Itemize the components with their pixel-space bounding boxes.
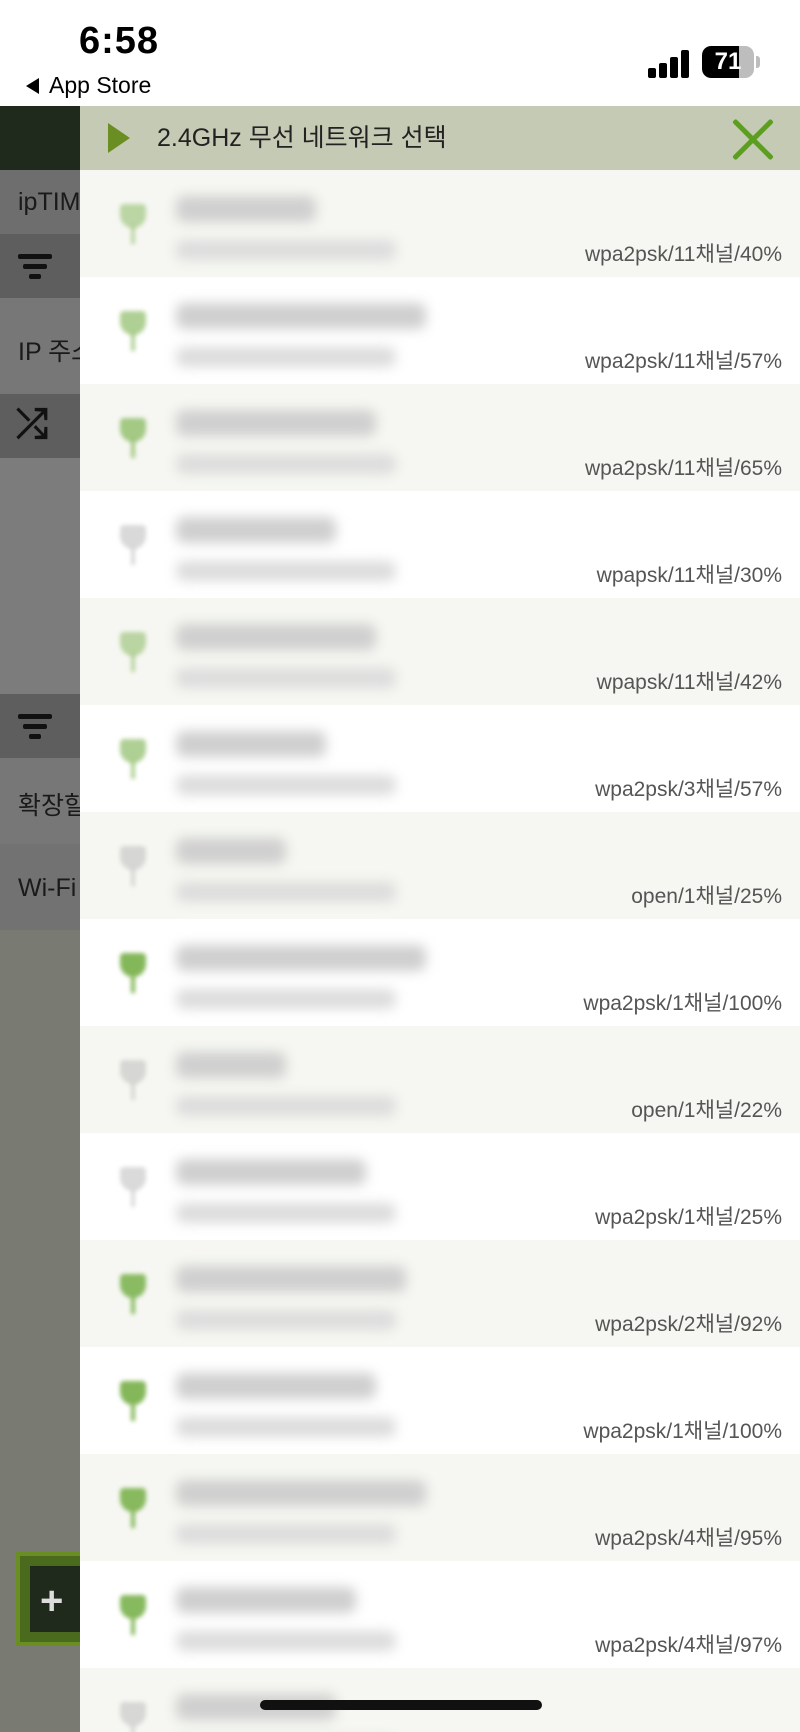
- network-info: wpa2psk/4채널/95%: [595, 1527, 782, 1550]
- status-time: 6:58: [79, 20, 160, 62]
- network-ssid-redacted: [176, 196, 316, 222]
- back-to-app-store-link[interactable]: App Store: [26, 72, 151, 99]
- network-mac-redacted: [176, 668, 396, 688]
- network-mac-redacted: [176, 347, 396, 367]
- network-list-item[interactable]: wpa2psk/1채널/100%: [80, 919, 800, 1026]
- network-info: wpa2psk/11채널/40%: [584, 243, 782, 266]
- wifi-signal-icon: [120, 1274, 146, 1314]
- network-list-item[interactable]: wpa2psk/1채널/25%: [80, 1133, 800, 1240]
- battery-icon: 71: [702, 46, 754, 78]
- network-mac-redacted: [176, 1310, 396, 1330]
- network-mac-redacted: [176, 1631, 396, 1651]
- wifi-signal-icon: [120, 1167, 146, 1207]
- network-ssid-redacted: [176, 1480, 426, 1506]
- network-info: wpa2psk/1채널/100%: [583, 1420, 782, 1443]
- network-ssid-redacted: [176, 517, 336, 543]
- dialog-title: 2.4GHz 무선 네트워크 선택: [157, 124, 447, 152]
- network-mac-redacted: [176, 454, 396, 474]
- network-list-item[interactable]: wpa2psk/11채널/65%: [80, 384, 800, 491]
- network-info: wpapsk/11채널/42%: [596, 671, 782, 694]
- network-ssid-redacted: [176, 945, 426, 971]
- home-indicator: [260, 1700, 542, 1710]
- wifi-signal-icon: [120, 739, 146, 779]
- wifi-signal-icon: [120, 846, 146, 886]
- network-info: open/1채널/25%: [631, 885, 782, 908]
- network-list-item[interactable]: wpa2psk/11채널/57%: [80, 277, 800, 384]
- network-ssid-redacted: [176, 410, 376, 436]
- network-mac-redacted: [176, 1524, 396, 1544]
- battery-level: 71: [714, 48, 742, 75]
- network-list-item[interactable]: wpapsk/11채널/42%: [80, 598, 800, 705]
- network-info: wpa2psk/3채널/57%: [595, 778, 782, 801]
- add-network-button[interactable]: +: [16, 1552, 88, 1646]
- network-ssid-redacted: [176, 624, 376, 650]
- network-ssid-redacted: [176, 303, 426, 329]
- network-ssid-redacted: [176, 1052, 286, 1078]
- network-mac-redacted: [176, 775, 396, 795]
- wifi-signal-icon: [120, 525, 146, 565]
- network-info: open/1채널/22%: [631, 1099, 782, 1122]
- network-mac-redacted: [176, 1417, 396, 1437]
- wifi-signal-icon: [120, 953, 146, 993]
- network-list-item[interactable]: wpa2psk/4채널/95%: [80, 1454, 800, 1561]
- network-mac-redacted: [176, 882, 396, 902]
- network-list-item[interactable]: wpa2psk/1채널/100%: [80, 1347, 800, 1454]
- network-mac-redacted: [176, 989, 396, 1009]
- wifi-signal-icon: [120, 1488, 146, 1528]
- network-ssid-redacted: [176, 1373, 376, 1399]
- back-arrow-icon: [26, 77, 39, 94]
- back-link-label: App Store: [49, 72, 152, 98]
- network-info: wpa2psk/11채널/65%: [584, 457, 782, 480]
- dialog-header: 2.4GHz 무선 네트워크 선택: [80, 106, 800, 170]
- wifi-signal-icon: [120, 632, 146, 672]
- network-mac-redacted: [176, 561, 396, 581]
- wifi-signal-icon: [120, 311, 146, 351]
- status-bar: 6:58 App Store 71: [0, 0, 800, 106]
- cellular-signal-icon: [648, 50, 690, 78]
- wireless-network-select-dialog: 2.4GHz 무선 네트워크 선택 wpa2psk/11채널/40% wpa2ps…: [80, 106, 800, 1732]
- network-mac-redacted: [176, 1096, 396, 1116]
- shuffle-icon: ⤮: [16, 402, 48, 446]
- network-list-item[interactable]: wpa2psk/2채널/92%: [80, 1240, 800, 1347]
- network-info: wpa2psk/2채널/92%: [595, 1313, 782, 1336]
- network-info: wpa2psk/4채널/97%: [595, 1634, 782, 1657]
- wifi-signal-icon: [120, 418, 146, 458]
- wifi-signal-icon: [120, 1381, 146, 1421]
- network-ssid-redacted: [176, 1587, 356, 1613]
- network-list-item[interactable]: open/1채널/25%: [80, 812, 800, 919]
- network-list-item[interactable]: open/1채널/22%: [80, 1026, 800, 1133]
- network-list-item[interactable]: wpapsk/11채널/30%: [80, 491, 800, 598]
- network-info: wpa2psk/1채널/25%: [595, 1206, 782, 1229]
- extend-label: 확장할: [18, 792, 88, 820]
- network-list-item[interactable]: wpa2psk/4채널/97%: [80, 1561, 800, 1668]
- network-list-item[interactable]: wpa2psk/3채널/57%: [80, 705, 800, 812]
- wifi-signal-icon: [120, 1595, 146, 1635]
- background-header-text: ipTIM: [18, 188, 81, 216]
- wifi-signal-icon: [120, 204, 146, 244]
- wifi-signal-icon: [120, 1060, 146, 1100]
- wifi-label: Wi-Fi: [18, 874, 77, 902]
- filter-icon: [18, 714, 52, 744]
- network-info: wpapsk/11채널/30%: [596, 564, 782, 587]
- network-mac-redacted: [176, 240, 396, 260]
- network-ssid-redacted: [176, 1159, 366, 1185]
- network-ssid-redacted: [176, 731, 326, 757]
- filter-icon: [18, 254, 52, 284]
- network-list-item[interactable]: wpa2psk/11채널/40%: [80, 170, 800, 277]
- play-icon: [108, 123, 130, 153]
- battery-cap: [756, 56, 760, 68]
- network-ssid-redacted: [176, 838, 286, 864]
- network-mac-redacted: [176, 1203, 396, 1223]
- close-button[interactable]: [730, 116, 776, 162]
- network-info: wpa2psk/11채널/57%: [584, 350, 782, 373]
- network-list: wpa2psk/11채널/40% wpa2psk/11채널/57% wpa2psk/…: [80, 170, 800, 1732]
- network-info: wpa2psk/1채널/100%: [583, 992, 782, 1015]
- network-ssid-redacted: [176, 1266, 406, 1292]
- wifi-signal-icon: [120, 1702, 146, 1732]
